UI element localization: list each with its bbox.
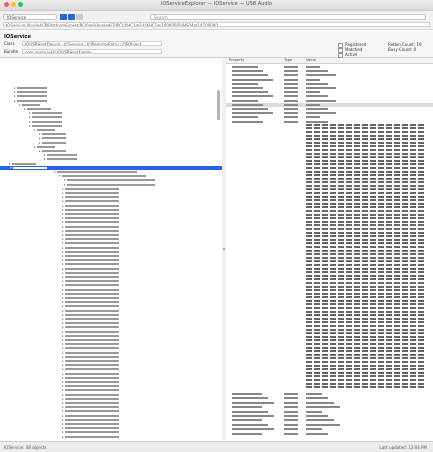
col-value[interactable]: Value <box>306 58 316 63</box>
class-label: Class <box>4 41 15 46</box>
busy-count: Busy Count: 0 <box>388 47 417 52</box>
tree-row[interactable]: ▸ <box>0 435 222 439</box>
plane-selector[interactable]: IOService <box>3 14 57 20</box>
view-toggle-button[interactable] <box>68 14 75 20</box>
tree-scrollbar[interactable] <box>217 90 220 120</box>
property-row[interactable] <box>226 396 433 400</box>
window-title: IOServiceExplorer — IOService — USB Audi… <box>160 1 273 7</box>
class-value: IOUSBHostDevice : IOService : IORegistry… <box>22 41 162 46</box>
path-field[interactable]: IOService:/AppleACPIPlatformExpert/PCI0@… <box>3 22 430 27</box>
object-header: IOService Class IOUSBHostDevice : IOServ… <box>0 31 433 58</box>
property-row[interactable] <box>226 405 433 409</box>
properties-table[interactable]: Property Type Value <box>226 58 433 440</box>
col-property[interactable]: Property <box>229 58 244 63</box>
status-right: Last updated: 12:04 PM <box>379 445 427 450</box>
active-checkbox[interactable]: Active <box>338 52 357 58</box>
refresh-button[interactable] <box>60 14 67 20</box>
hex-dump <box>306 123 431 390</box>
bundle-label: Bundle <box>4 49 18 54</box>
bundle-value: com.apple.iokit.IOUSBHostFamily <box>22 49 162 54</box>
col-type[interactable]: Type <box>284 58 292 63</box>
property-row[interactable] <box>226 401 433 405</box>
properties-header: Property Type Value <box>226 58 433 64</box>
object-title: IOService <box>4 34 31 40</box>
status-bar: IOService: 48 objects Last updated: 12:0… <box>0 441 433 452</box>
property-row[interactable] <box>226 414 433 418</box>
property-row[interactable] <box>226 410 433 414</box>
property-row[interactable] <box>226 392 433 396</box>
registry-tree[interactable]: ▸ ▸ ▸ ▸ ▸ ▸ ▸ ▸ ▸ ▸ ▸ ▸ ▸ ▸ ▸ ▸ ▸ ▸ ▸ ▾ ▾ ▾ ▾ ▾ ▸ ▸ ▸ ▸ ▸ ▸ ▸ ▸ ▸ ▸ ▸ ▸ ▸ ▸ ▸ ▸… <box>0 58 223 440</box>
property-row[interactable] <box>226 423 433 427</box>
search-input[interactable]: Search <box>150 14 426 20</box>
property-row[interactable] <box>226 418 433 422</box>
title-bar: IOServiceExplorer — IOService — USB Audi… <box>0 0 433 11</box>
toolbar: IOService Search IOService:/AppleACPIPla… <box>0 11 433 30</box>
app-window: IOServiceExplorer — IOService — USB Audi… <box>0 0 433 452</box>
status-left: IOService: 48 objects <box>4 445 47 450</box>
options-button[interactable] <box>76 14 83 20</box>
property-row[interactable] <box>226 432 433 436</box>
property-row[interactable] <box>226 427 433 431</box>
